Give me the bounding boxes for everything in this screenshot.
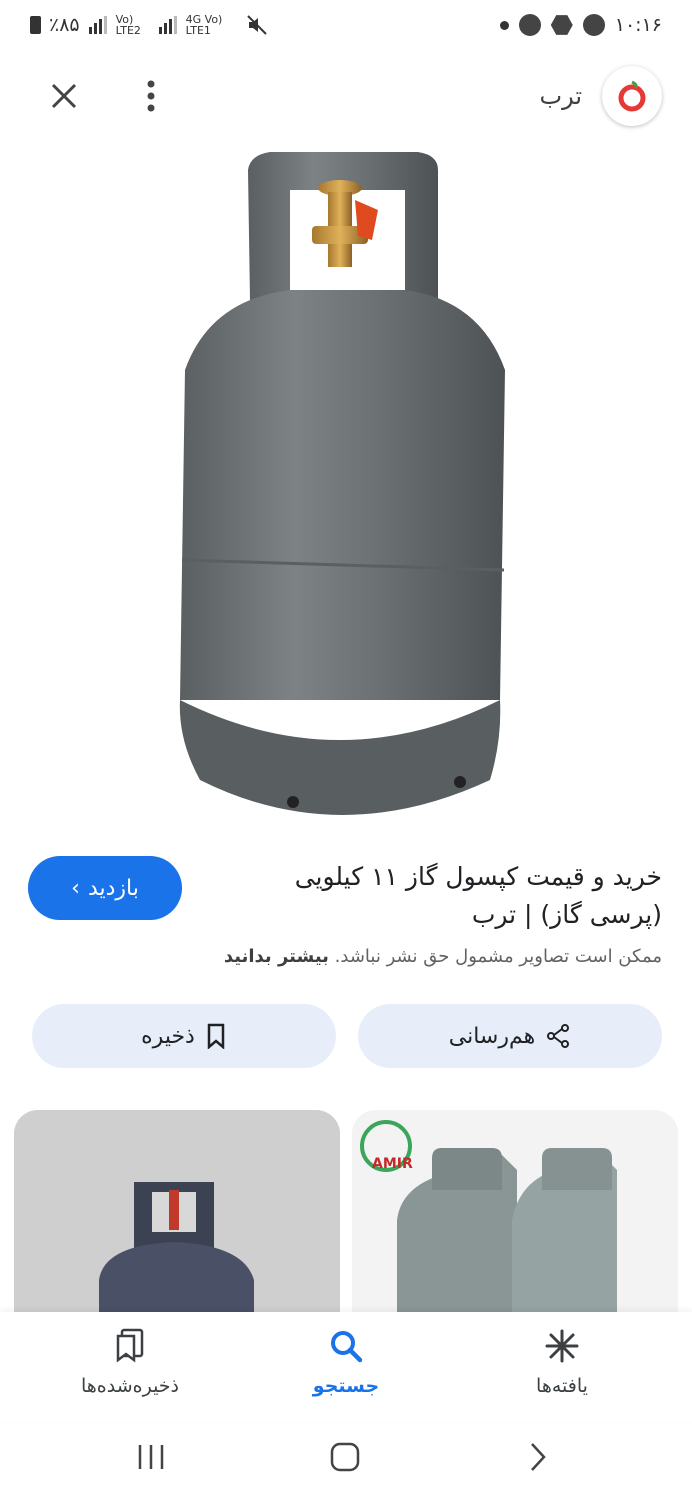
visit-button[interactable]: ‹ بازدید bbox=[28, 856, 182, 920]
battery-level: ٪۸۵ bbox=[49, 14, 80, 36]
related-image-thumbnail[interactable] bbox=[14, 1110, 340, 1320]
save-button[interactable]: ذخیره bbox=[32, 1004, 336, 1068]
network-label-1: Vo) LTE2 bbox=[115, 13, 141, 37]
home-icon[interactable] bbox=[328, 1441, 362, 1473]
asterisk-icon bbox=[545, 1329, 579, 1363]
site-logo[interactable] bbox=[602, 66, 662, 126]
result-title[interactable]: خرید و قیمت کپسول گاز ۱۱ کیلویی (پرسی گا… bbox=[222, 858, 662, 934]
related-image-thumbnail-2[interactable]: AMIR bbox=[352, 1110, 678, 1320]
bottom-navigation: ذخیره‌شده‌ها جستجو یافته‌ها bbox=[0, 1312, 692, 1422]
clock: ۱۰:۱۶ bbox=[614, 14, 662, 36]
site-name[interactable]: ترب bbox=[539, 82, 582, 110]
bookmark-icon bbox=[207, 1023, 225, 1049]
nav-discover-label: یافته‌ها bbox=[536, 1375, 588, 1397]
gas-cylinder-image bbox=[179, 152, 505, 815]
share-label: هم‌رسانی bbox=[448, 1023, 536, 1049]
nav-search-label: جستجو bbox=[312, 1375, 380, 1397]
chrome-icon bbox=[518, 14, 541, 36]
status-bar: ٪۸۵ Vo) LTE2 4G Vo) LTE1 ۱۰:۱۶ bbox=[0, 0, 692, 56]
status-left: ٪۸۵ Vo) LTE2 4G Vo) LTE1 bbox=[30, 14, 268, 36]
notification-dot-icon bbox=[499, 20, 509, 30]
saved-collections-icon bbox=[116, 1328, 144, 1363]
signal-icon-2 bbox=[158, 16, 177, 34]
more-vert-icon bbox=[147, 80, 155, 112]
more-options-button[interactable] bbox=[136, 76, 166, 116]
share-button[interactable]: هم‌رسانی bbox=[358, 1004, 662, 1068]
search-icon bbox=[331, 1331, 363, 1363]
mute-icon bbox=[246, 15, 267, 35]
visit-label: بازدید bbox=[87, 875, 139, 901]
nav-saved[interactable]: ذخیره‌شده‌ها bbox=[40, 1328, 220, 1397]
gas-cylinder-thumbnail-image bbox=[14, 1110, 340, 1320]
close-button[interactable] bbox=[44, 76, 84, 116]
top-bar: ترب bbox=[0, 60, 692, 132]
close-icon bbox=[51, 83, 77, 109]
back-icon[interactable] bbox=[524, 1441, 552, 1473]
battery-icon bbox=[30, 16, 41, 34]
status-right: ۱۰:۱۶ bbox=[499, 14, 662, 36]
signal-icon bbox=[88, 16, 107, 34]
two-cylinders-thumbnail-image bbox=[352, 1110, 678, 1320]
system-navigation-bar bbox=[0, 1425, 692, 1500]
hero-image[interactable] bbox=[0, 140, 692, 840]
nav-search[interactable]: جستجو bbox=[256, 1328, 436, 1397]
settings-hex-icon bbox=[550, 15, 573, 35]
recent-apps-icon[interactable] bbox=[134, 1441, 168, 1473]
notice-text: ممکن است تصاویر مشمول حق نشر نباشد. bbox=[334, 946, 662, 967]
network-label-2: 4G Vo) LTE1 bbox=[185, 13, 223, 37]
nav-discover[interactable]: یافته‌ها bbox=[472, 1328, 652, 1397]
copyright-notice: ممکن است تصاویر مشمول حق نشر نباشد. بیشت… bbox=[22, 946, 662, 967]
nav-saved-label: ذخیره‌شده‌ها bbox=[80, 1375, 180, 1397]
save-label: ذخیره bbox=[141, 1023, 195, 1049]
learn-more-link[interactable]: بیشتر بدانید bbox=[224, 946, 329, 967]
app-icon bbox=[582, 14, 605, 36]
torob-logo-icon bbox=[618, 80, 646, 112]
thumbnail-brand: AMIR bbox=[372, 1156, 413, 1172]
share-icon bbox=[547, 1024, 570, 1048]
chevron-left-icon: ‹ bbox=[71, 875, 80, 901]
